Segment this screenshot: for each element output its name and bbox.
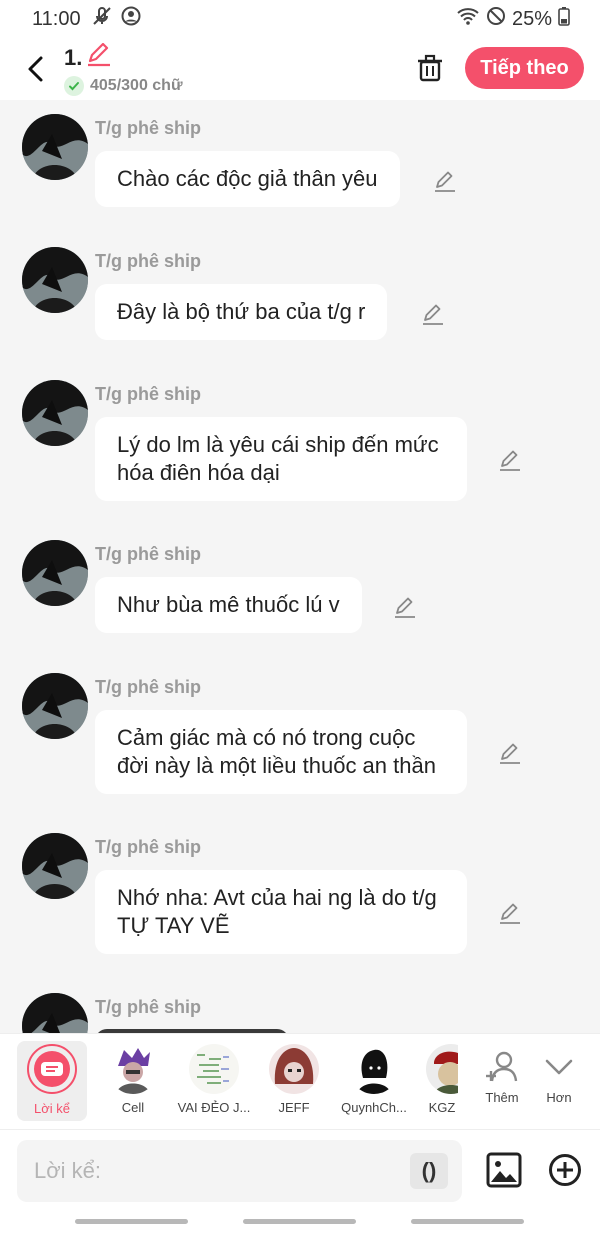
battery-icon xyxy=(558,6,570,32)
character-name: Cell xyxy=(121,1100,145,1115)
image-icon xyxy=(486,1152,522,1188)
message-bubble[interactable]: Cảm giác mà có nó trong cuộc đời này là … xyxy=(95,710,467,794)
wifi-icon xyxy=(456,6,480,32)
narrator-button[interactable]: Lời kể xyxy=(17,1041,87,1121)
plus-circle-icon xyxy=(549,1154,581,1186)
word-count: 405/300 chữ xyxy=(90,76,183,94)
add-person-icon xyxy=(476,1044,528,1090)
chapter-title-block: 1. 405/300 chữ xyxy=(64,42,183,96)
sender-name: T/g phê ship xyxy=(95,384,201,404)
more-button[interactable]: Hơn xyxy=(534,1040,584,1105)
character-avatar xyxy=(108,1044,158,1094)
input-bar: () xyxy=(0,1129,600,1211)
mute-icon xyxy=(91,5,113,33)
next-button[interactable]: Tiếp theo xyxy=(465,47,584,89)
edit-message-icon[interactable] xyxy=(420,302,446,328)
character-name: VAI ĐẺO J... xyxy=(177,1100,251,1115)
avatar[interactable] xyxy=(22,247,88,313)
status-bar: 11:00 25% xyxy=(0,0,600,38)
message-bubble[interactable]: Chào các độc giả thân yêu xyxy=(95,151,400,207)
character-avatar xyxy=(189,1044,239,1094)
check-icon xyxy=(64,75,84,96)
status-time: 11:00 xyxy=(32,7,81,30)
chevron-down-icon xyxy=(534,1044,584,1090)
character-bar: Lời kể Cell VAI ĐẺO J... JEFF QuynhCh...… xyxy=(0,1033,600,1129)
avatar[interactable] xyxy=(22,993,88,1033)
delete-button[interactable] xyxy=(414,51,446,85)
message-bubble[interactable]: Nhớ nha: Avt của hai ng là do t/g TỰ TAY… xyxy=(95,870,467,954)
sender-name: T/g phê ship xyxy=(95,251,201,271)
back-arrow-icon xyxy=(28,56,43,82)
back-button[interactable] xyxy=(18,49,52,89)
edit-message-icon[interactable] xyxy=(392,595,418,621)
character-name: QuynhCh... xyxy=(341,1100,407,1115)
avatar[interactable] xyxy=(22,114,88,180)
character-item[interactable]: Cell xyxy=(100,1040,166,1115)
edit-message-icon[interactable] xyxy=(497,741,523,767)
avatar[interactable] xyxy=(22,833,88,899)
character-avatar xyxy=(269,1044,319,1094)
add-character-button[interactable]: Thêm xyxy=(476,1040,528,1105)
message-input[interactable] xyxy=(17,1140,462,1202)
chat-area[interactable]: T/g phê ship Chào các độc giả thân yêu T… xyxy=(0,100,600,1033)
sender-name: T/g phê ship xyxy=(95,837,201,857)
add-character-label: Thêm xyxy=(485,1090,519,1105)
character-item[interactable]: KGZ xyxy=(426,1040,458,1115)
action-paren-button[interactable]: () xyxy=(410,1153,448,1189)
account-icon xyxy=(121,6,141,32)
battery-level: 25% xyxy=(511,7,552,30)
sender-name: T/g phê ship xyxy=(95,677,201,697)
edit-message-icon[interactable] xyxy=(432,169,458,195)
character-item[interactable]: QuynhCh... xyxy=(336,1040,412,1115)
character-avatar xyxy=(349,1044,399,1094)
narrator-label: Lời kể xyxy=(34,1101,70,1116)
avatar[interactable] xyxy=(22,540,88,606)
message-bubble[interactable]: Đây là bộ thứ ba của t/g r xyxy=(95,284,388,340)
character-name: KGZ xyxy=(428,1100,456,1115)
message-bubble[interactable]: Như bùa mê thuốc lú v xyxy=(95,577,362,633)
trash-icon xyxy=(418,54,442,82)
avatar[interactable] xyxy=(22,380,88,446)
sender-name: T/g phê ship xyxy=(95,544,201,564)
do-not-disturb-icon xyxy=(486,6,506,32)
character-name: JEFF xyxy=(278,1100,310,1115)
editor-header: 1. 405/300 chữ Tiếp theo xyxy=(0,38,600,100)
character-item[interactable]: JEFF xyxy=(264,1040,324,1115)
sender-name: T/g phê ship xyxy=(95,118,201,138)
nav-back-button[interactable] xyxy=(411,1219,524,1224)
system-nav-bar xyxy=(0,1211,600,1233)
chapter-title: 1. xyxy=(64,44,83,70)
nav-recents-button[interactable] xyxy=(75,1219,188,1224)
edit-message-icon[interactable] xyxy=(497,901,523,927)
nav-home-button[interactable] xyxy=(243,1219,356,1224)
insert-image-button[interactable] xyxy=(485,1151,523,1189)
character-item[interactable]: VAI ĐẺO J... xyxy=(176,1040,252,1115)
character-avatar xyxy=(426,1044,458,1094)
message-bubble[interactable]: Lý do lm là yêu cái ship đến mức hóa điê… xyxy=(95,417,467,501)
edit-message-icon[interactable] xyxy=(497,448,523,474)
avatar[interactable] xyxy=(22,673,88,739)
more-label: Hơn xyxy=(546,1090,572,1105)
sender-name: T/g phê ship xyxy=(95,997,201,1017)
narration-icon xyxy=(34,1051,70,1087)
add-button[interactable] xyxy=(546,1151,584,1189)
edit-title-icon[interactable] xyxy=(86,42,112,73)
